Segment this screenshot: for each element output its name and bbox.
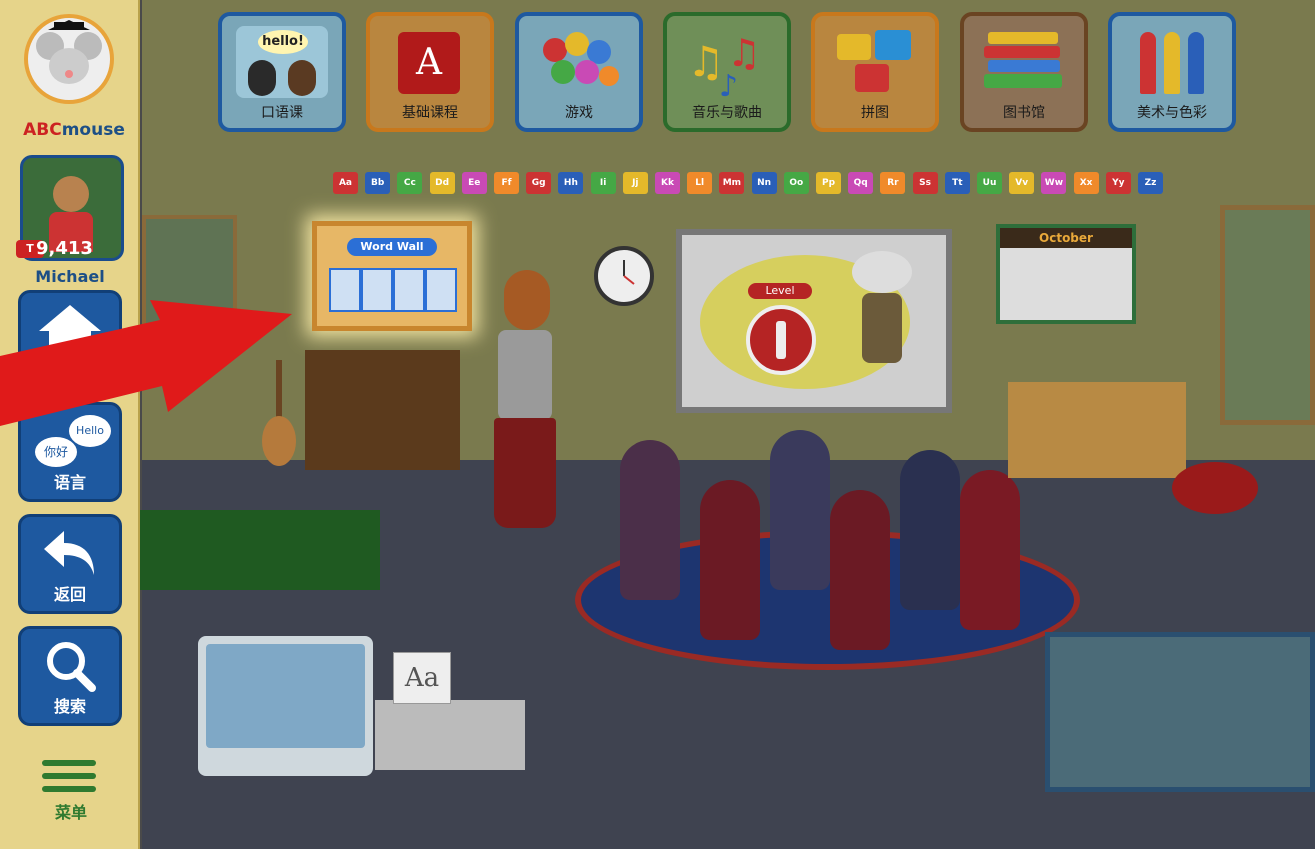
alphabet-car[interactable]: Mm xyxy=(719,172,745,194)
october-calendar[interactable]: October xyxy=(996,224,1136,324)
alphabet-car[interactable]: Ss xyxy=(912,172,938,194)
alphabet-car[interactable]: Cc xyxy=(397,172,423,194)
tab-puzzles[interactable]: 拼图 xyxy=(811,12,939,132)
search-button[interactable]: 搜索 xyxy=(18,626,122,726)
alphabet-car[interactable]: Xx xyxy=(1073,172,1099,194)
alphabet-car[interactable]: Rr xyxy=(880,172,906,194)
word-wall-card xyxy=(361,268,393,312)
tab-music-songs-label: 音乐与歌曲 xyxy=(692,105,762,121)
avatar-face xyxy=(53,176,89,212)
svg-text:♪: ♪ xyxy=(719,69,738,98)
student[interactable] xyxy=(700,480,760,640)
alphabet-car[interactable]: Aa xyxy=(333,172,358,194)
alphabet-car[interactable]: Nn xyxy=(751,172,777,194)
tab-library-label: 图书馆 xyxy=(1003,105,1045,121)
classroom-computer[interactable] xyxy=(198,636,373,776)
alphabet-car[interactable]: Uu xyxy=(977,172,1002,194)
alphabet-car[interactable]: Hh xyxy=(558,172,584,194)
red-pointer-arrow xyxy=(0,300,300,430)
word-wall-card xyxy=(329,268,361,312)
student[interactable] xyxy=(830,490,890,650)
student[interactable] xyxy=(900,450,960,610)
menu-button[interactable]: 菜单 xyxy=(36,760,106,823)
student[interactable] xyxy=(770,430,830,590)
points-counter: 9,413 xyxy=(36,238,93,259)
username-label: Michael xyxy=(35,267,105,286)
aquarium[interactable] xyxy=(1045,632,1315,792)
crayons-icon xyxy=(1126,26,1218,98)
alphabet-car[interactable]: Ee xyxy=(461,172,487,194)
word-wall-card xyxy=(425,268,457,312)
puzzle-icon xyxy=(829,26,921,98)
calendar-month: October xyxy=(1000,228,1132,248)
printer[interactable]: Aa xyxy=(375,652,525,770)
beanbag xyxy=(1172,462,1258,514)
music-notes-icon: ♫ ♫ ♪ xyxy=(681,26,773,104)
tab-basic-curriculum[interactable]: A 基础课程 xyxy=(366,12,494,132)
language-label: 语言 xyxy=(53,473,86,492)
tab-speaking[interactable]: hello! 口语课 xyxy=(218,12,346,132)
mouse-mascot-icon xyxy=(24,14,114,104)
back-label: 返回 xyxy=(53,585,86,604)
alphabet-car[interactable]: Kk xyxy=(655,172,680,194)
students-group xyxy=(600,430,1040,650)
alphabet-car[interactable]: Zz xyxy=(1138,172,1163,194)
board-level-label: Level xyxy=(748,283,812,299)
menu-label: 菜单 xyxy=(54,803,87,822)
abcmouse-logo[interactable]: ABCmouse xyxy=(18,8,126,143)
word-wall-title: Word Wall xyxy=(347,238,437,256)
word-wall[interactable]: Word Wall xyxy=(312,221,472,331)
alphabet-car[interactable]: Vv xyxy=(1009,172,1035,194)
tab-art-colors-label: 美术与色彩 xyxy=(1137,105,1207,121)
wall-clock[interactable] xyxy=(594,246,654,306)
tab-games-label: 游戏 xyxy=(565,105,593,121)
tab-games[interactable]: 游戏 xyxy=(515,12,643,132)
printer-sheet: Aa xyxy=(393,652,451,704)
teacher-character[interactable] xyxy=(490,270,560,590)
student[interactable] xyxy=(960,470,1020,630)
word-wall-card xyxy=(393,268,425,312)
hamburger-icon xyxy=(36,760,106,792)
logo-wordmark: ABCmouse xyxy=(23,120,125,140)
hello-speech-icon: hello! xyxy=(236,26,328,98)
tab-music-songs[interactable]: ♫ ♫ ♪ 音乐与歌曲 xyxy=(663,12,791,132)
tab-art-colors[interactable]: 美术与色彩 xyxy=(1108,12,1236,132)
tab-puzzles-label: 拼图 xyxy=(861,105,889,121)
tab-speaking-label: 口语课 xyxy=(261,105,303,121)
tab-library[interactable]: 图书馆 xyxy=(960,12,1088,132)
back-button[interactable]: 返回 xyxy=(18,514,122,614)
bubble-nihao: 你好 xyxy=(35,437,77,467)
search-label: 搜索 xyxy=(53,697,86,716)
bookshelf[interactable] xyxy=(1008,382,1186,478)
alphabet-car[interactable]: Ii xyxy=(590,172,616,194)
level-start-button[interactable] xyxy=(746,305,816,375)
balls-icon xyxy=(533,26,625,98)
alphabet-car[interactable]: Gg xyxy=(526,172,552,194)
green-table xyxy=(140,510,380,590)
activity-nav: hello! 口语课 A 基础课程 游戏 ♫ ♫ ♪ 音乐与歌曲 拼图 图书馆 … xyxy=(218,12,1248,132)
mouse-explorer-icon xyxy=(842,245,922,375)
alphabet-car[interactable]: Ww xyxy=(1041,172,1067,194)
alphabet-car[interactable]: Jj xyxy=(622,172,648,194)
alphabet-car[interactable]: Ff xyxy=(494,172,519,194)
interactive-whiteboard[interactable]: Level xyxy=(676,229,952,413)
alphabet-car[interactable]: Ll xyxy=(687,172,713,194)
piano[interactable] xyxy=(305,350,460,470)
alphabet-car[interactable]: Bb xyxy=(365,172,391,194)
alphabet-block-icon: A xyxy=(384,26,476,98)
student[interactable] xyxy=(620,440,680,600)
tab-basic-curriculum-label: 基础课程 xyxy=(402,105,458,121)
right-window xyxy=(1220,205,1315,425)
alphabet-car[interactable]: Dd xyxy=(429,172,455,194)
alphabet-car[interactable]: Tt xyxy=(944,172,970,194)
alphabet-car[interactable]: Qq xyxy=(848,172,874,194)
alphabet-car[interactable]: Oo xyxy=(783,172,809,194)
alphabet-car[interactable]: Yy xyxy=(1105,172,1131,194)
books-icon xyxy=(978,26,1070,98)
alphabet-car[interactable]: Pp xyxy=(816,172,841,194)
alphabet-train[interactable]: Aa Bb Cc Dd Ee Ff Gg Hh Ii Jj Kk Ll Mm Nn Oo Pp Qq Rr Ss Tt… xyxy=(275,150,1180,210)
